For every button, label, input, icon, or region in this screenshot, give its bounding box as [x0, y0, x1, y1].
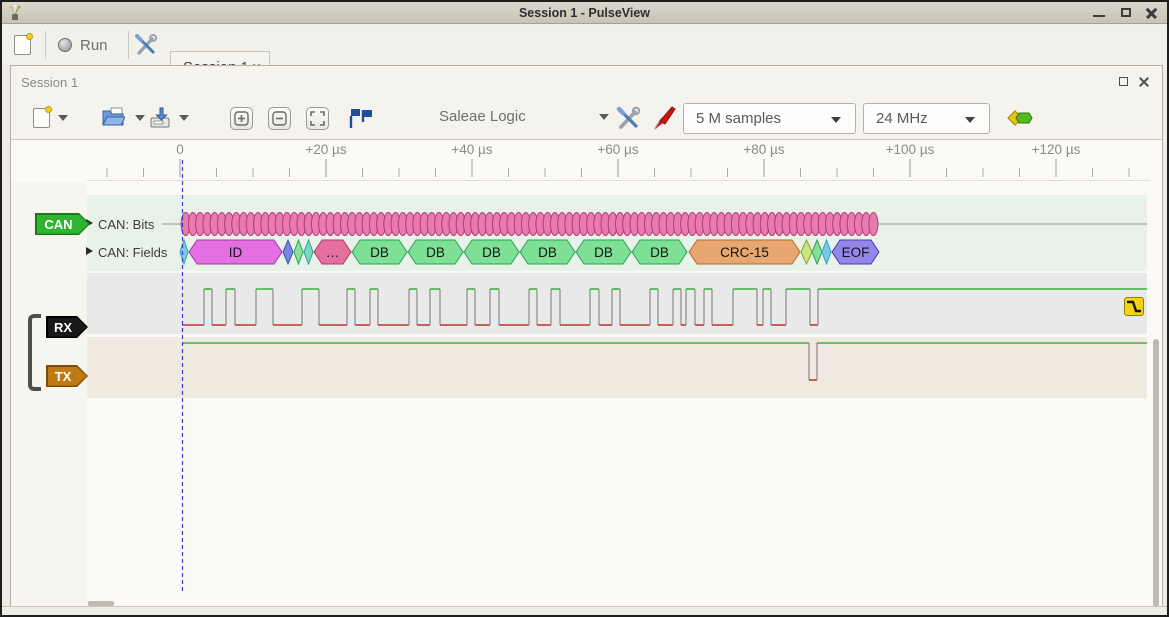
sample-rate-value: 24 MHz	[876, 110, 928, 127]
device-dropdown-icon	[599, 114, 609, 120]
zoom-in-button[interactable]	[230, 107, 253, 130]
trigger-flags-icon[interactable]	[347, 106, 375, 135]
run-label: Run	[80, 37, 108, 54]
main-toolbar: Run Session 1 ×	[2, 25, 1167, 65]
new-view-dropdown-icon[interactable]	[58, 115, 68, 121]
minimize-button[interactable]	[1093, 8, 1105, 18]
run-state-icon	[58, 38, 72, 52]
undock-icon[interactable]	[1119, 77, 1128, 86]
toolbar-separator	[45, 31, 46, 59]
new-view-icon[interactable]	[33, 108, 50, 128]
save-dropdown-icon[interactable]	[179, 115, 189, 121]
rx-row-background	[87, 273, 1147, 334]
session-toolbar: Saleae Logic 5 M samples	[11, 98, 1162, 139]
label-gutter	[11, 182, 87, 605]
rx-tag-label: RX	[54, 320, 72, 335]
sample-rate-dropdown-icon	[965, 117, 975, 123]
window-title: Session 1 - PulseView	[2, 2, 1167, 24]
sample-count-select[interactable]: 5 M samples	[683, 103, 856, 134]
settings-icon[interactable]	[135, 34, 158, 62]
window-bottom-edge	[2, 606, 1167, 617]
panel-close-icon[interactable]	[1139, 77, 1150, 88]
maximize-button[interactable]	[1120, 8, 1132, 18]
decoder-row-background	[87, 195, 1147, 271]
sample-rate-select[interactable]: 24 MHz	[863, 103, 990, 134]
tx-tag-label: TX	[55, 369, 72, 384]
zoom-fit-button[interactable]	[306, 107, 329, 130]
open-file-icon[interactable]	[101, 106, 125, 133]
expand-fields-row-icon[interactable]	[86, 247, 93, 255]
trigger-marker-icon[interactable]	[1124, 297, 1144, 316]
ruler-separator	[87, 180, 1150, 181]
sample-count-dropdown-icon	[831, 117, 841, 123]
title-bar[interactable]: Session 1 - PulseView	[2, 2, 1167, 24]
channels-probe-icon[interactable]	[652, 105, 677, 137]
sample-count-value: 5 M samples	[696, 110, 781, 127]
zoom-out-button[interactable]	[268, 107, 291, 130]
configure-device-icon[interactable]	[616, 106, 641, 136]
vertical-scrollbar[interactable]	[1153, 339, 1159, 607]
toolbar-separator	[128, 31, 129, 59]
panel-title: Session 1	[21, 75, 78, 90]
channel-group-bracket	[28, 314, 41, 391]
bits-row-label: CAN: Bits	[98, 217, 154, 232]
decoder-tag-can[interactable]: CAN	[35, 213, 90, 235]
fields-row-label: CAN: Fields	[98, 245, 167, 260]
session-panel: Session 1	[10, 65, 1163, 606]
device-selector[interactable]: Saleae Logic	[439, 108, 609, 126]
close-button[interactable]	[1146, 8, 1158, 18]
tx-row-background	[87, 337, 1147, 398]
device-name: Saleae Logic	[439, 108, 526, 125]
decoder-tag-label: CAN	[44, 217, 72, 232]
open-dropdown-icon[interactable]	[135, 115, 145, 121]
pulseview-window: Session 1 - PulseView Run Session 1	[0, 0, 1169, 617]
add-decoder-icon[interactable]	[1007, 109, 1035, 132]
run-button[interactable]: Run	[58, 33, 126, 57]
new-session-icon[interactable]	[14, 35, 31, 55]
save-file-icon[interactable]	[148, 106, 172, 135]
